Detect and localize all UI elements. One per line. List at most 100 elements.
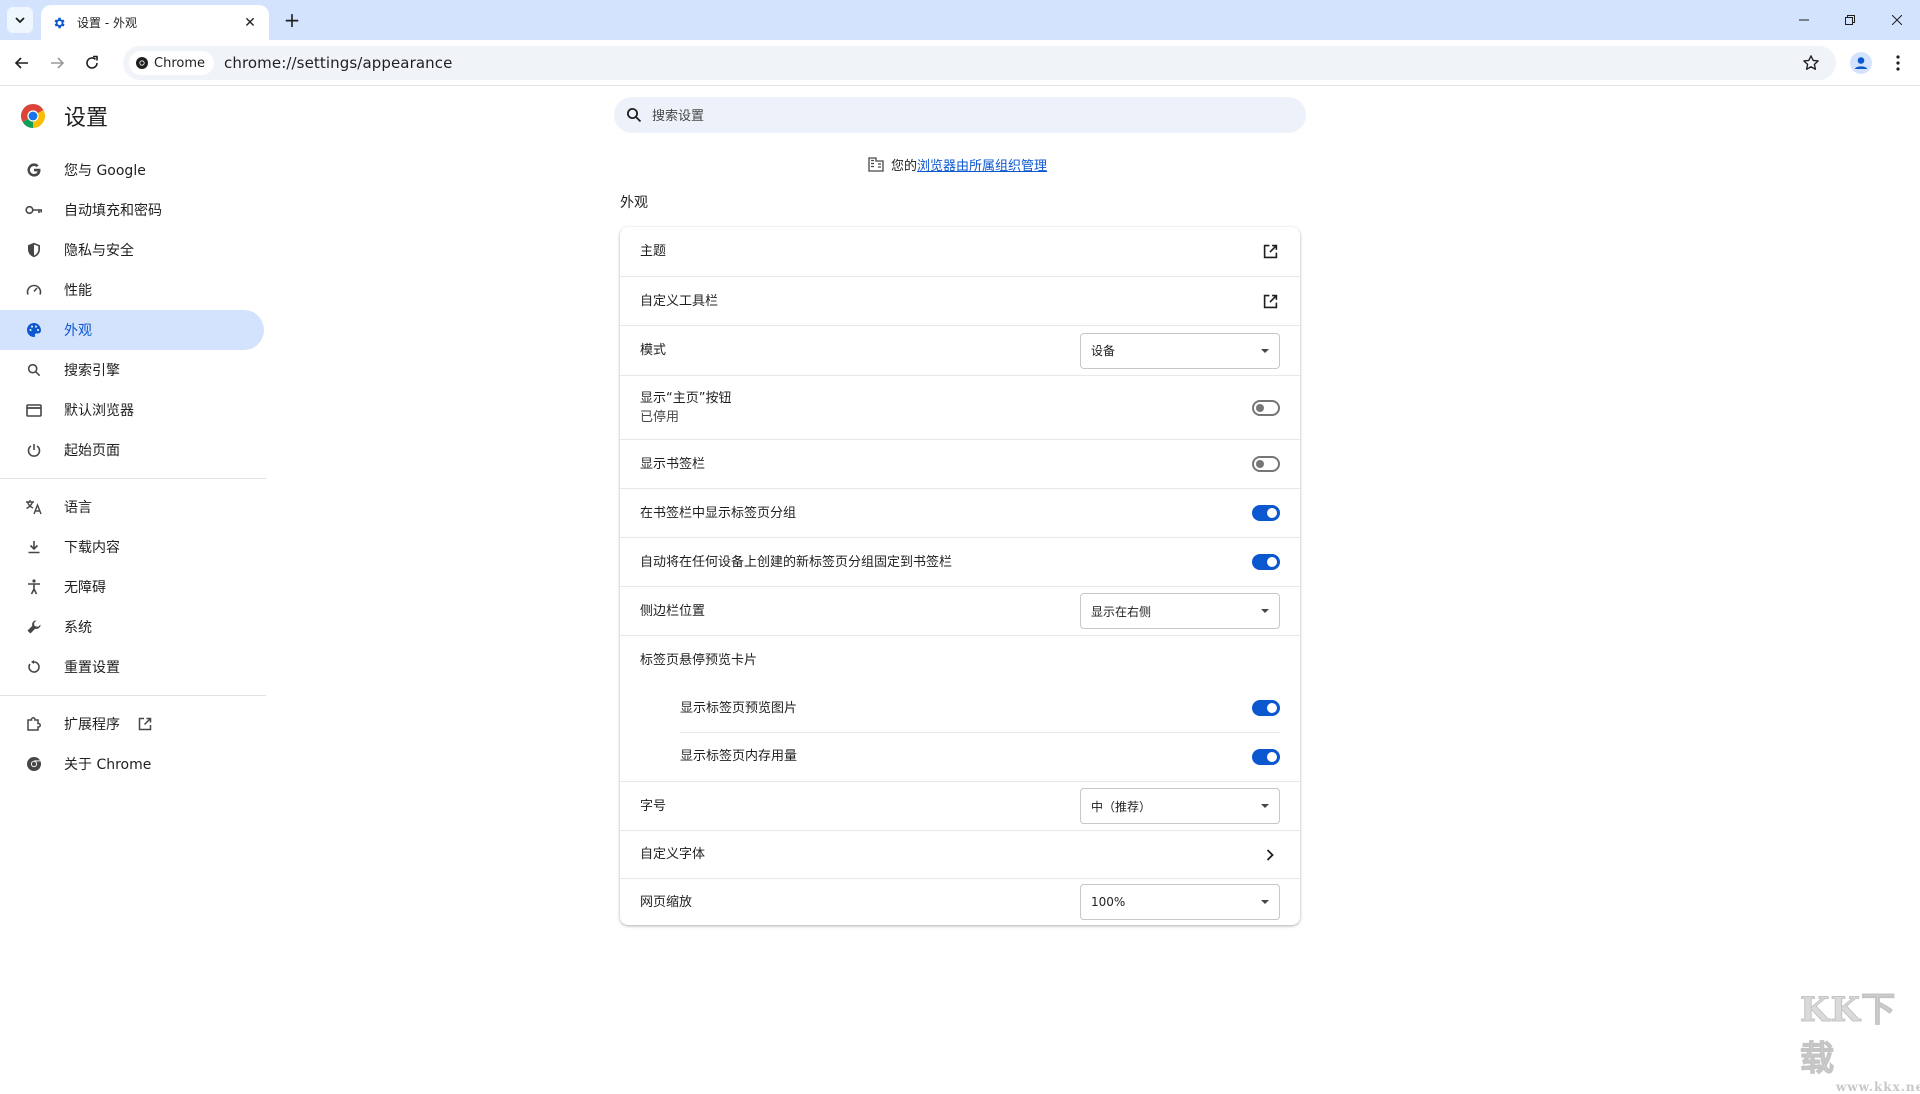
sidebar-item-label: 语言	[64, 500, 92, 516]
open-in-new-icon[interactable]	[1260, 291, 1280, 311]
sidebar-item-label: 性能	[64, 283, 92, 299]
settings-search[interactable]	[614, 97, 1306, 133]
search-input[interactable]	[652, 107, 1252, 123]
tab-title: 设置 - 外观	[77, 16, 137, 30]
sidebar-item-default-browser[interactable]: 默认浏览器	[0, 390, 264, 430]
font-size-row: 字号 中（推荐）	[620, 781, 1300, 830]
tab-groups-bookmarks-toggle[interactable]	[1252, 505, 1280, 521]
home-button-toggle[interactable]	[1252, 399, 1280, 416]
row-sublabel: 已停用	[640, 409, 680, 425]
toggle-knob	[1267, 703, 1277, 713]
sidebar-item-reset[interactable]: 重置设置	[0, 647, 264, 687]
hover-memory-toggle[interactable]	[1252, 748, 1280, 765]
new-tab-plus-icon[interactable]: +	[280, 8, 304, 32]
sidebar-item-about-chrome[interactable]: 关于 Chrome	[0, 744, 264, 784]
appearance-card: 主题 自定义工具栏 模式 设备 显示“主页”按钮 已停用 显示书签栏 在书签栏中…	[620, 227, 1300, 925]
toggle-knob	[1256, 403, 1264, 412]
font-size-select[interactable]: 中（推荐）	[1080, 788, 1280, 824]
site-info-chip[interactable]: Chrome	[129, 51, 214, 75]
browser-window-icon	[24, 400, 44, 420]
sidebar-item-on-startup[interactable]: 起始页面	[0, 430, 264, 470]
managed-link[interactable]: 浏览器由所属组织管理	[917, 155, 1047, 174]
browser-toolbar: Chrome chrome://settings/appearance	[0, 40, 1920, 86]
side-panel-row: 侧边栏位置 显示在右侧	[620, 586, 1300, 635]
side-panel-select[interactable]: 显示在右侧	[1080, 593, 1280, 629]
speedometer-icon	[24, 280, 44, 300]
sidebar-item-label: 下载内容	[64, 540, 120, 556]
sidebar-item-accessibility[interactable]: 无障碍	[0, 567, 264, 607]
bookmarks-bar-row[interactable]: 显示书签栏	[620, 439, 1300, 488]
sidebar-item-search-engine[interactable]: 搜索引擎	[0, 350, 264, 390]
customize-toolbar-row[interactable]: 自定义工具栏	[620, 276, 1300, 325]
sidebar-item-label: 起始页面	[64, 443, 120, 459]
forward-arrow-icon[interactable]	[43, 49, 71, 77]
page-title: 设置	[64, 106, 109, 131]
sidebar-item-performance[interactable]: 性能	[0, 270, 264, 310]
sidebar-item-label: 扩展程序	[64, 717, 120, 733]
tab-search-button[interactable]	[7, 7, 33, 33]
reload-icon[interactable]	[78, 49, 106, 77]
restore-icon[interactable]	[1827, 0, 1873, 40]
omnibox[interactable]: Chrome chrome://settings/appearance	[123, 46, 1836, 80]
mode-select[interactable]: 设备	[1080, 332, 1280, 369]
minimize-icon[interactable]	[1781, 0, 1827, 40]
sidebar-item-extensions[interactable]: 扩展程序	[0, 704, 264, 744]
dropdown-caret-icon	[1261, 804, 1269, 808]
url-text[interactable]: chrome://settings/appearance	[224, 54, 452, 72]
active-tab[interactable]: 设置 - 外观 ✕	[41, 5, 269, 40]
custom-fonts-row[interactable]: 自定义字体	[620, 830, 1300, 878]
sidebar-divider	[0, 478, 266, 479]
hover-preview-image-toggle[interactable]	[1252, 700, 1280, 716]
select-value: 100%	[1091, 895, 1126, 909]
row-label: 字号	[640, 798, 667, 814]
hover-preview-image-row[interactable]: 显示标签页预览图片	[620, 684, 1300, 732]
reset-icon	[24, 657, 44, 677]
bookmarks-bar-toggle[interactable]	[1252, 456, 1280, 472]
row-label: 侧边栏位置	[640, 603, 706, 619]
search-icon	[24, 360, 44, 380]
auto-pin-groups-toggle[interactable]	[1252, 554, 1280, 570]
hover-memory-row[interactable]: 显示标签页内存用量	[620, 732, 1300, 781]
tab-groups-bookmarks-row[interactable]: 在书签栏中显示标签页分组	[620, 488, 1300, 537]
key-icon	[24, 200, 44, 220]
sidebar-item-autofill[interactable]: 自动填充和密码	[0, 190, 264, 230]
sidebar-item-system[interactable]: 系统	[0, 607, 264, 647]
translate-icon	[24, 497, 44, 517]
close-window-icon[interactable]	[1874, 0, 1920, 40]
page-zoom-select[interactable]: 100%	[1080, 884, 1280, 920]
site-info-chip-label: Chrome	[154, 55, 205, 71]
settings-brand: 设置	[20, 100, 108, 132]
download-icon	[24, 537, 44, 557]
page-zoom-row: 网页缩放 100%	[620, 878, 1300, 925]
open-in-new-icon[interactable]	[1260, 242, 1280, 262]
row-label: 显示标签页内存用量	[680, 749, 798, 764]
sidebar-item-label: 重置设置	[64, 660, 120, 676]
watermark-logo-text: KK下载	[1800, 990, 1897, 1080]
sidebar-item-languages[interactable]: 语言	[0, 487, 264, 527]
tab-strip: 设置 - 外观 ✕ +	[0, 0, 1920, 40]
select-value: 设备	[1091, 344, 1116, 358]
row-label: 显示书签栏	[640, 456, 706, 472]
sidebar-item-label: 自动填充和密码	[64, 203, 162, 219]
sidebar-item-you-and-google[interactable]: 您与 Google	[0, 150, 264, 190]
theme-row[interactable]: 主题	[620, 227, 1300, 276]
sidebar-item-label: 外观	[64, 323, 92, 339]
auto-pin-groups-row[interactable]: 自动将在任何设备上创建的新标签页分组固定到书签栏	[620, 537, 1300, 586]
chevron-down-icon	[15, 17, 25, 24]
puzzle-icon	[24, 714, 44, 734]
row-label: 在书签栏中显示标签页分组	[640, 505, 797, 521]
chevron-right-icon	[1260, 845, 1280, 865]
select-value: 显示在右侧	[1091, 604, 1152, 619]
sidebar-item-appearance[interactable]: 外观	[0, 310, 264, 350]
building-icon	[868, 157, 884, 172]
sidebar-item-downloads[interactable]: 下载内容	[0, 527, 264, 567]
more-vertical-icon[interactable]	[1884, 49, 1912, 77]
bookmark-star-icon[interactable]	[1797, 49, 1825, 77]
back-arrow-icon[interactable]	[8, 49, 36, 77]
dropdown-caret-icon	[1261, 348, 1269, 353]
sidebar-item-privacy[interactable]: 隐私与安全	[0, 230, 264, 270]
tab-close-icon[interactable]: ✕	[241, 14, 259, 32]
profile-avatar-icon[interactable]	[1847, 49, 1875, 77]
home-button-row[interactable]: 显示“主页”按钮 已停用	[620, 375, 1300, 439]
sidebar-item-label: 无障碍	[64, 580, 106, 596]
